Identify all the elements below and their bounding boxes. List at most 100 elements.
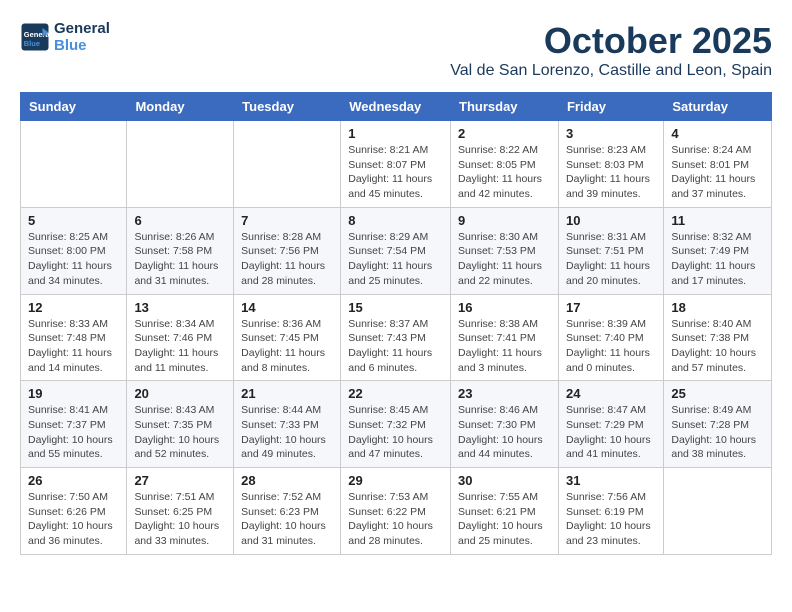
calendar-cell: 4 Sunrise: 8:24 AMSunset: 8:01 PMDaylight… [664,121,772,208]
calendar-cell: 11Sunrise: 8:32 AMSunset: 7:49 PMDayligh… [664,207,772,294]
calendar-cell: 13 Sunrise: 8:34 AMSunset: 7:46 PMDayligh… [127,294,234,381]
svg-text:Blue: Blue [24,39,40,48]
calendar-cell: 24 Sunrise: 8:47 AMSunset: 7:29 PMDayligh… [558,381,663,468]
calendar-week-row: 26 Sunrise: 7:50 AMSunset: 6:26 PMDayligh… [21,468,772,555]
day-info: Sunrise: 8:21 AMSunset: 8:07 PMDaylight:… [348,143,443,202]
day-number: 6 [134,213,226,228]
calendar-cell: 14 Sunrise: 8:36 AMSunset: 7:45 PMDayligh… [234,294,341,381]
calendar-cell: 18Sunrise: 8:40 AMSunset: 7:38 PMDayligh… [664,294,772,381]
calendar-cell: 17 Sunrise: 8:39 AMSunset: 7:40 PMDayligh… [558,294,663,381]
day-info: Sunrise: 8:30 AMSunset: 7:53 PMDaylight:… [458,230,551,289]
calendar-table: SundayMondayTuesdayWednesdayThursdayFrid… [20,92,772,555]
day-info: Sunrise: 8:36 AMSunset: 7:45 PMDaylight:… [241,317,333,376]
day-number: 26 [28,473,119,488]
day-info: Sunrise: 8:37 AMSunset: 7:43 PMDaylight:… [348,317,443,376]
calendar-cell: 2Sunrise: 8:22 AMSunset: 8:05 PMDaylight… [451,121,559,208]
day-info: Sunrise: 8:24 AMSunset: 8:01 PMDaylight:… [671,143,764,202]
calendar-cell: 21Sunrise: 8:44 AMSunset: 7:33 PMDayligh… [234,381,341,468]
calendar-cell: 3 Sunrise: 8:23 AMSunset: 8:03 PMDaylight… [558,121,663,208]
day-number: 19 [28,386,119,401]
day-info: Sunrise: 7:50 AMSunset: 6:26 PMDaylight:… [28,490,119,549]
day-info: Sunrise: 8:39 AMSunset: 7:40 PMDaylight:… [566,317,656,376]
day-number: 22 [348,386,443,401]
day-info: Sunrise: 8:49 AMSunset: 7:28 PMDaylight:… [671,403,764,462]
calendar-cell: 15Sunrise: 8:37 AMSunset: 7:43 PMDayligh… [341,294,451,381]
day-info: Sunrise: 8:33 AMSunset: 7:48 PMDaylight:… [28,317,119,376]
location-title: Val de San Lorenzo, Castille and Leon, S… [450,62,772,80]
day-number: 30 [458,473,551,488]
calendar-cell: 22 Sunrise: 8:45 AMSunset: 7:32 PMDayligh… [341,381,451,468]
day-number: 7 [241,213,333,228]
day-info: Sunrise: 8:41 AMSunset: 7:37 PMDaylight:… [28,403,119,462]
day-info: Sunrise: 7:52 AMSunset: 6:23 PMDaylight:… [241,490,333,549]
day-number: 8 [348,213,443,228]
day-info: Sunrise: 8:45 AMSunset: 7:32 PMDaylight:… [348,403,443,462]
day-info: Sunrise: 8:47 AMSunset: 7:29 PMDaylight:… [566,403,656,462]
day-number: 14 [241,300,333,315]
calendar-cell: 26 Sunrise: 7:50 AMSunset: 6:26 PMDayligh… [21,468,127,555]
day-info: Sunrise: 8:25 AMSunset: 8:00 PMDaylight:… [28,230,119,289]
weekday-header-friday: Friday [558,93,663,121]
calendar-cell: 29 Sunrise: 7:53 AMSunset: 6:22 PMDayligh… [341,468,451,555]
page-header: General Blue General Blue October 2025 V… [20,20,772,84]
calendar-cell: 20 Sunrise: 8:43 AMSunset: 7:35 PMDayligh… [127,381,234,468]
day-number: 29 [348,473,443,488]
day-info: Sunrise: 8:34 AMSunset: 7:46 PMDaylight:… [134,317,226,376]
calendar-cell: 8Sunrise: 8:29 AMSunset: 7:54 PMDaylight… [341,207,451,294]
day-number: 5 [28,213,119,228]
calendar-week-row: 19 Sunrise: 8:41 AMSunset: 7:37 PMDayligh… [21,381,772,468]
title-section: October 2025 Val de San Lorenzo, Castill… [450,20,772,80]
day-info: Sunrise: 8:38 AMSunset: 7:41 PMDaylight:… [458,317,551,376]
calendar-cell: 1 Sunrise: 8:21 AMSunset: 8:07 PMDaylight… [341,121,451,208]
calendar-cell: 9 Sunrise: 8:30 AMSunset: 7:53 PMDaylight… [451,207,559,294]
calendar-week-row: 5 Sunrise: 8:25 AMSunset: 8:00 PMDaylight… [21,207,772,294]
day-number: 25 [671,386,764,401]
day-info: Sunrise: 8:26 AMSunset: 7:58 PMDaylight:… [134,230,226,289]
day-number: 16 [458,300,551,315]
day-number: 3 [566,126,656,141]
day-number: 23 [458,386,551,401]
day-number: 31 [566,473,656,488]
day-info: Sunrise: 7:51 AMSunset: 6:25 PMDaylight:… [134,490,226,549]
calendar-cell [127,121,234,208]
day-number: 17 [566,300,656,315]
calendar-cell: 19 Sunrise: 8:41 AMSunset: 7:37 PMDayligh… [21,381,127,468]
calendar-cell: 31Sunrise: 7:56 AMSunset: 6:19 PMDayligh… [558,468,663,555]
day-number: 12 [28,300,119,315]
day-info: Sunrise: 7:53 AMSunset: 6:22 PMDaylight:… [348,490,443,549]
calendar-cell: 27 Sunrise: 7:51 AMSunset: 6:25 PMDayligh… [127,468,234,555]
day-number: 2 [458,126,551,141]
calendar-cell [21,121,127,208]
day-number: 20 [134,386,226,401]
day-number: 27 [134,473,226,488]
day-number: 4 [671,126,764,141]
calendar-week-row: 1 Sunrise: 8:21 AMSunset: 8:07 PMDaylight… [21,121,772,208]
month-title: October 2025 [450,20,772,62]
calendar-cell: 10Sunrise: 8:31 AMSunset: 7:51 PMDayligh… [558,207,663,294]
calendar-cell [234,121,341,208]
day-number: 9 [458,213,551,228]
calendar-cell: 23 Sunrise: 8:46 AMSunset: 7:30 PMDayligh… [451,381,559,468]
day-info: Sunrise: 7:55 AMSunset: 6:21 PMDaylight:… [458,490,551,549]
calendar-cell [664,468,772,555]
weekday-header-saturday: Saturday [664,93,772,121]
day-info: Sunrise: 8:43 AMSunset: 7:35 PMDaylight:… [134,403,226,462]
weekday-header-sunday: Sunday [21,93,127,121]
day-info: Sunrise: 8:46 AMSunset: 7:30 PMDaylight:… [458,403,551,462]
calendar-cell: 5 Sunrise: 8:25 AMSunset: 8:00 PMDaylight… [21,207,127,294]
weekday-header-row: SundayMondayTuesdayWednesdayThursdayFrid… [21,93,772,121]
calendar-cell: 7 Sunrise: 8:28 AMSunset: 7:56 PMDaylight… [234,207,341,294]
day-number: 28 [241,473,333,488]
day-number: 21 [241,386,333,401]
weekday-header-tuesday: Tuesday [234,93,341,121]
weekday-header-monday: Monday [127,93,234,121]
calendar-week-row: 12 Sunrise: 8:33 AMSunset: 7:48 PMDayligh… [21,294,772,381]
day-number: 13 [134,300,226,315]
day-info: Sunrise: 8:32 AMSunset: 7:49 PMDaylight:… [671,230,764,289]
calendar-cell: 6 Sunrise: 8:26 AMSunset: 7:58 PMDaylight… [127,207,234,294]
day-info: Sunrise: 8:28 AMSunset: 7:56 PMDaylight:… [241,230,333,289]
day-number: 24 [566,386,656,401]
day-info: Sunrise: 8:23 AMSunset: 8:03 PMDaylight:… [566,143,656,202]
logo-text: General Blue [54,20,110,54]
day-number: 1 [348,126,443,141]
